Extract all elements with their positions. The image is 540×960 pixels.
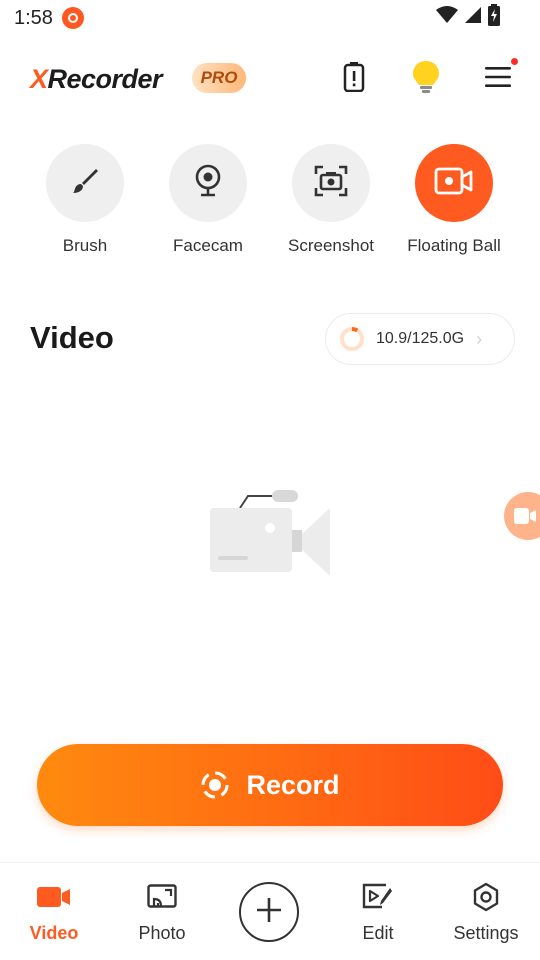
nav-settings[interactable]: Settings — [441, 881, 531, 944]
tool-brush[interactable]: Brush — [20, 144, 150, 256]
record-icon — [200, 770, 230, 800]
wifi-icon — [436, 5, 458, 29]
storage-text: 10.9/125.0G — [376, 330, 465, 347]
floating-ball-overlay[interactable] — [504, 492, 540, 540]
logo-text: Recorder — [47, 64, 163, 94]
menu-icon[interactable] — [481, 60, 515, 94]
nav-photo[interactable]: Photo — [117, 881, 207, 944]
brush-icon — [69, 165, 101, 202]
app-logo: XRecorder — [30, 64, 163, 95]
edit-icon — [333, 881, 423, 913]
photo-icon — [117, 881, 207, 913]
nav-label: Video — [29, 923, 79, 943]
tool-facecam[interactable]: Facecam — [143, 144, 273, 256]
nav-label: Photo — [138, 923, 186, 943]
notification-dot — [511, 58, 518, 65]
section-title: Video — [30, 320, 114, 355]
lightbulb-icon[interactable] — [409, 60, 443, 94]
logo-x: X — [30, 64, 48, 94]
video-icon — [9, 881, 99, 913]
pro-badge[interactable]: PRO — [192, 63, 246, 93]
nav-label: Settings — [453, 923, 519, 943]
plus-icon — [254, 895, 284, 930]
floating-ball-button[interactable] — [415, 144, 493, 222]
add-button[interactable] — [239, 882, 299, 942]
status-time: 1:58 — [14, 7, 53, 29]
tools-row: Brush Facecam Screenshot Floating Ball — [0, 144, 540, 264]
camera-icon — [314, 165, 348, 202]
screenshot-button[interactable] — [292, 144, 370, 222]
battery-alert-icon[interactable] — [337, 60, 371, 94]
storage-ring-icon — [340, 327, 364, 351]
signal-icon — [464, 6, 482, 29]
brush-button[interactable] — [46, 144, 124, 222]
bottom-nav: Video Photo Edit Settings — [0, 863, 540, 960]
nav-edit[interactable]: Edit — [333, 881, 423, 944]
webcam-icon — [192, 164, 224, 203]
status-bar: 1:58 — [0, 0, 540, 36]
tool-screenshot[interactable]: Screenshot — [266, 144, 396, 256]
facecam-button[interactable] — [169, 144, 247, 222]
app-header: XRecorder PRO — [0, 46, 540, 110]
chevron-right-icon: › — [476, 328, 483, 349]
battery-icon — [488, 3, 500, 31]
record-button[interactable]: Record — [37, 744, 503, 826]
storage-indicator[interactable]: 10.9/125.0G › — [325, 313, 515, 365]
video-camera-icon — [434, 166, 474, 201]
record-label: Record — [246, 769, 340, 800]
tool-floating-ball[interactable]: Floating Ball — [389, 144, 519, 256]
tool-label: Screenshot — [288, 236, 374, 255]
status-icons — [436, 3, 500, 31]
empty-video-illustration — [200, 480, 340, 580]
tool-label: Brush — [62, 236, 108, 255]
nav-video[interactable]: Video — [9, 881, 99, 944]
tool-label: Facecam — [173, 236, 243, 255]
xrecorder-status-icon — [62, 7, 84, 29]
nav-label: Edit — [362, 923, 394, 943]
tool-label: Floating Ball — [407, 236, 501, 255]
settings-icon — [441, 881, 531, 913]
